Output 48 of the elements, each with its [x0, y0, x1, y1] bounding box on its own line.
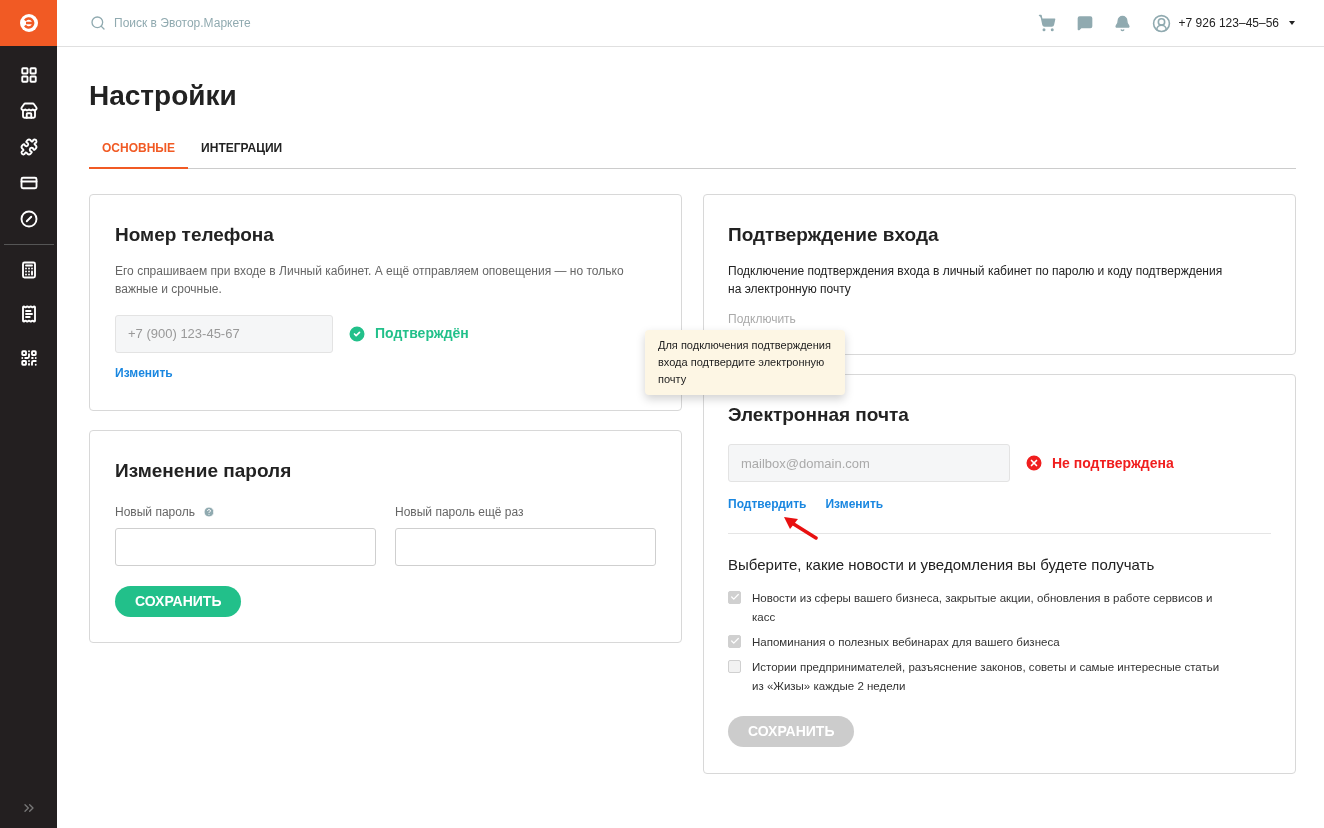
circle-icon[interactable] — [19, 210, 38, 228]
qr-code-icon[interactable] — [19, 349, 38, 367]
field-label: Новый пароль ещё раз — [395, 504, 524, 521]
chat-icon[interactable] — [1076, 15, 1093, 31]
change-link[interactable]: Изменить — [115, 363, 173, 382]
subscriptions-title: Выберите, какие новости и уведомления вы будете получать — [728, 555, 1156, 575]
card-title: Электронная почта — [728, 402, 910, 427]
check-icon — [729, 636, 740, 646]
checkbox-label: Напоминания о полезных вебинарах для вашего бизнеса — [752, 634, 1061, 650]
email-link[interactable]: Изменить — [825, 495, 884, 513]
caret-icon[interactable] — [1289, 21, 1295, 25]
calculator-icon[interactable] — [19, 261, 38, 279]
bell-icon[interactable] — [1113, 14, 1131, 32]
grid-icon[interactable] — [19, 66, 38, 84]
card-icon[interactable] — [19, 174, 38, 192]
tab[interactable]: ИНТЕГРАЦИИ — [188, 137, 296, 169]
cart-icon[interactable] — [1037, 14, 1056, 32]
puzzle-icon[interactable] — [19, 138, 38, 156]
status-text: Не подтверждена — [1052, 453, 1174, 473]
password-field[interactable] — [395, 528, 656, 566]
card-title: Номер телефона — [115, 223, 275, 247]
card-description: Подключение подтверждения входа в личный кабинет по паролю и коду подтверждения на электронную почту — [728, 262, 1224, 298]
email-link[interactable]: Подтвердить — [728, 495, 807, 513]
card-title: Подтверждение входа — [728, 223, 940, 247]
logo-icon — [18, 13, 39, 33]
help-icon[interactable] — [202, 506, 215, 518]
checkbox-label: Истории предпринимателей, разъяснение законов, советы и самые интересные статьи из «Жизы» каждые 2 недели — [752, 659, 1221, 694]
search-field[interactable]: Поиск в Эвотор.Маркете — [114, 14, 414, 32]
email-field[interactable]: mailbox@domain.com — [728, 444, 1010, 482]
pointer-arrow-drawing — [782, 514, 818, 541]
user-avatar-icon — [1151, 13, 1171, 33]
card-title: Изменение пароля — [115, 458, 293, 483]
tooltip: Для подключения подтверждения входа подтвердите электронную почту — [645, 330, 845, 395]
save-button[interactable]: СОХРАНИТЬ — [115, 586, 242, 617]
phone-field[interactable]: +7 (900) 123-45-67 — [115, 314, 333, 353]
checkbox-label: Новости из сферы вашего бизнеса, закрытые акции, обновления в работе сервисов и касс — [752, 590, 1214, 625]
store-icon[interactable] — [19, 102, 38, 120]
receipt-icon[interactable] — [19, 305, 38, 323]
status-text: Подтверждён — [375, 324, 469, 343]
tab[interactable]: ОСНОВНЫЕ — [89, 137, 189, 169]
search-icon — [90, 15, 106, 31]
check-icon — [729, 592, 740, 602]
password-field[interactable] — [115, 528, 376, 566]
card-description: Его спрашиваем при входе в Личный кабинет. А ещё отправляем оповещения — но только важные и срочные. — [115, 262, 625, 298]
page-title: Настройки — [89, 79, 238, 113]
field-label: Новый пароль — [115, 504, 195, 521]
logo[interactable] — [0, 0, 57, 46]
user-menu[interactable]: +7 926 123–45–56 — [1178, 14, 1279, 32]
